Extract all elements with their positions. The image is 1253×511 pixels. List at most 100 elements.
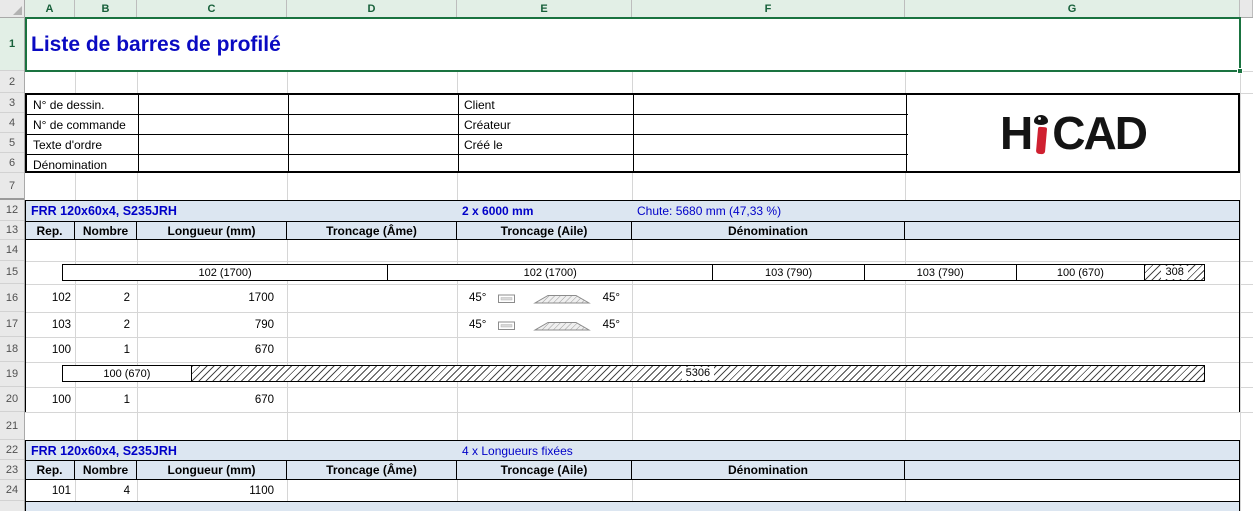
- row-header-12[interactable]: 12: [0, 200, 24, 221]
- row-header-22[interactable]: 22: [0, 440, 24, 460]
- cell-denomination[interactable]: [632, 312, 905, 337]
- cell-nombre[interactable]: 1: [75, 387, 137, 412]
- row-header-4[interactable]: 4: [0, 113, 24, 133]
- cell-nombre[interactable]: 1: [75, 337, 137, 362]
- col-header-rep[interactable]: Rep.: [25, 222, 75, 239]
- cell-longueur[interactable]: 670: [137, 387, 287, 412]
- cell-longueur[interactable]: 1100: [137, 480, 287, 501]
- row-header-2[interactable]: 2: [0, 71, 24, 93]
- cell-rep[interactable]: 102: [25, 284, 75, 312]
- row-header-6[interactable]: 6: [0, 153, 24, 173]
- label-client[interactable]: Client: [458, 95, 495, 115]
- info-divider-v: [906, 95, 907, 171]
- cell-rep[interactable]: 100: [25, 337, 75, 362]
- table-row[interactable]: 101 4 1100: [25, 480, 1240, 501]
- row-header-7[interactable]: 7: [0, 173, 24, 200]
- cell-troncage-aile[interactable]: 45° 45°: [457, 312, 632, 337]
- col-header-nombre[interactable]: Nombre: [75, 461, 137, 479]
- col-header-denomination[interactable]: Dénomination: [632, 222, 905, 239]
- row-header-16[interactable]: 16: [0, 284, 24, 312]
- cell-longueur[interactable]: 670: [137, 337, 287, 362]
- cell-extra[interactable]: [905, 284, 1240, 312]
- cell-troncage-aile[interactable]: [457, 387, 632, 412]
- section-header-row[interactable]: FRR 120x60x4, S235JRH 2 x 6000 mm Chute:…: [25, 200, 1240, 221]
- table-row[interactable]: 100 1 670: [25, 387, 1240, 412]
- cell-nombre[interactable]: 2: [75, 312, 137, 337]
- label-drawing-no[interactable]: N° de dessin.: [27, 95, 105, 115]
- cell-extra[interactable]: [905, 337, 1240, 362]
- column-header-D[interactable]: D: [287, 0, 457, 17]
- col-header-rep[interactable]: Rep.: [25, 461, 75, 479]
- row-header-1[interactable]: 1: [0, 18, 24, 71]
- selection-fill-handle[interactable]: [1237, 68, 1243, 74]
- label-denomination[interactable]: Dénomination: [27, 155, 107, 175]
- col-header-longueur[interactable]: Longueur (mm): [137, 222, 287, 239]
- cell-longueur[interactable]: 790: [137, 312, 287, 337]
- col-header-denomination[interactable]: Dénomination: [632, 461, 905, 479]
- table-row[interactable]: 102 2 1700 45° 45°: [25, 284, 1240, 312]
- cell-denomination[interactable]: [632, 337, 905, 362]
- cell-denomination[interactable]: [632, 284, 905, 312]
- col-header-empty[interactable]: [905, 222, 1240, 239]
- col-header-longueur[interactable]: Longueur (mm): [137, 461, 287, 479]
- table-row[interactable]: 103 2 790 45° 45°: [25, 312, 1240, 337]
- col-header-troncage-aile[interactable]: Troncage (Aile): [457, 461, 632, 479]
- bar-segment-label: 100 (670): [1057, 267, 1104, 279]
- title-cell[interactable]: Liste de barres de profilé: [25, 18, 1240, 71]
- label-order-text[interactable]: Texte d'ordre: [27, 135, 102, 155]
- row-header-19[interactable]: 19: [0, 362, 24, 387]
- cell-nombre[interactable]: 4: [75, 480, 137, 501]
- stock-quantity: 4 x Longueurs fixées: [462, 441, 573, 460]
- cell-troncage-ame[interactable]: [287, 480, 457, 501]
- row-header-17[interactable]: 17: [0, 312, 24, 337]
- col-header-nombre[interactable]: Nombre: [75, 222, 137, 239]
- cell-troncage-aile[interactable]: [457, 337, 632, 362]
- row-header-14[interactable]: 14: [0, 240, 24, 261]
- column-header-C[interactable]: C: [137, 0, 287, 17]
- table-border-right: [1239, 440, 1240, 511]
- cell-troncage-ame[interactable]: [287, 387, 457, 412]
- row-header-20[interactable]: 20: [0, 387, 24, 412]
- cell-extra[interactable]: [905, 387, 1240, 412]
- label-order-no[interactable]: N° de commande: [27, 115, 126, 135]
- column-header-F[interactable]: F: [632, 0, 905, 17]
- bar-segment-label: 103 (790): [765, 267, 812, 279]
- row-header-15[interactable]: 15: [0, 261, 24, 284]
- cell-rep[interactable]: 103: [25, 312, 75, 337]
- row-header-21[interactable]: 21: [0, 412, 24, 440]
- row-header-24[interactable]: 24: [0, 480, 24, 501]
- cell-troncage-ame[interactable]: [287, 312, 457, 337]
- cell-troncage-aile[interactable]: [457, 480, 632, 501]
- col-header-troncage-aile[interactable]: Troncage (Aile): [457, 222, 632, 239]
- row-header-13[interactable]: 13: [0, 221, 24, 240]
- select-all-corner[interactable]: [0, 0, 25, 18]
- cell-troncage-ame[interactable]: [287, 284, 457, 312]
- cell-rep[interactable]: 101: [25, 480, 75, 501]
- column-header-partial[interactable]: [1240, 0, 1253, 17]
- row-header-18[interactable]: 18: [0, 337, 24, 362]
- section-header-row[interactable]: FRR 120x60x4, S235JRH 4 x Longueurs fixé…: [25, 440, 1240, 460]
- cell-nombre[interactable]: 2: [75, 284, 137, 312]
- col-header-troncage-ame[interactable]: Troncage (Âme): [287, 461, 457, 479]
- cell-extra[interactable]: [905, 312, 1240, 337]
- cell-extra[interactable]: [905, 480, 1240, 501]
- cell-rep[interactable]: 100: [25, 387, 75, 412]
- column-header-A[interactable]: A: [25, 0, 75, 17]
- col-header-empty[interactable]: [905, 461, 1240, 479]
- column-header-G[interactable]: G: [905, 0, 1240, 17]
- cell-denomination[interactable]: [632, 480, 905, 501]
- cell-troncage-aile[interactable]: 45° 45°: [457, 284, 632, 312]
- row-header-3[interactable]: 3: [0, 93, 24, 113]
- cell-longueur[interactable]: 1700: [137, 284, 287, 312]
- label-creator[interactable]: Créateur: [458, 115, 511, 135]
- column-header-E[interactable]: E: [457, 0, 632, 17]
- column-header-B[interactable]: B: [75, 0, 137, 17]
- label-created[interactable]: Créé le: [458, 135, 503, 155]
- table-row[interactable]: 100 1 670: [25, 337, 1240, 362]
- cell-denomination[interactable]: [632, 387, 905, 412]
- col-header-troncage-ame[interactable]: Troncage (Âme): [287, 222, 457, 239]
- cell-troncage-ame[interactable]: [287, 337, 457, 362]
- row-header-23[interactable]: 23: [0, 460, 24, 480]
- row-header-5[interactable]: 5: [0, 133, 24, 153]
- miter-angle-right: 45°: [603, 319, 620, 331]
